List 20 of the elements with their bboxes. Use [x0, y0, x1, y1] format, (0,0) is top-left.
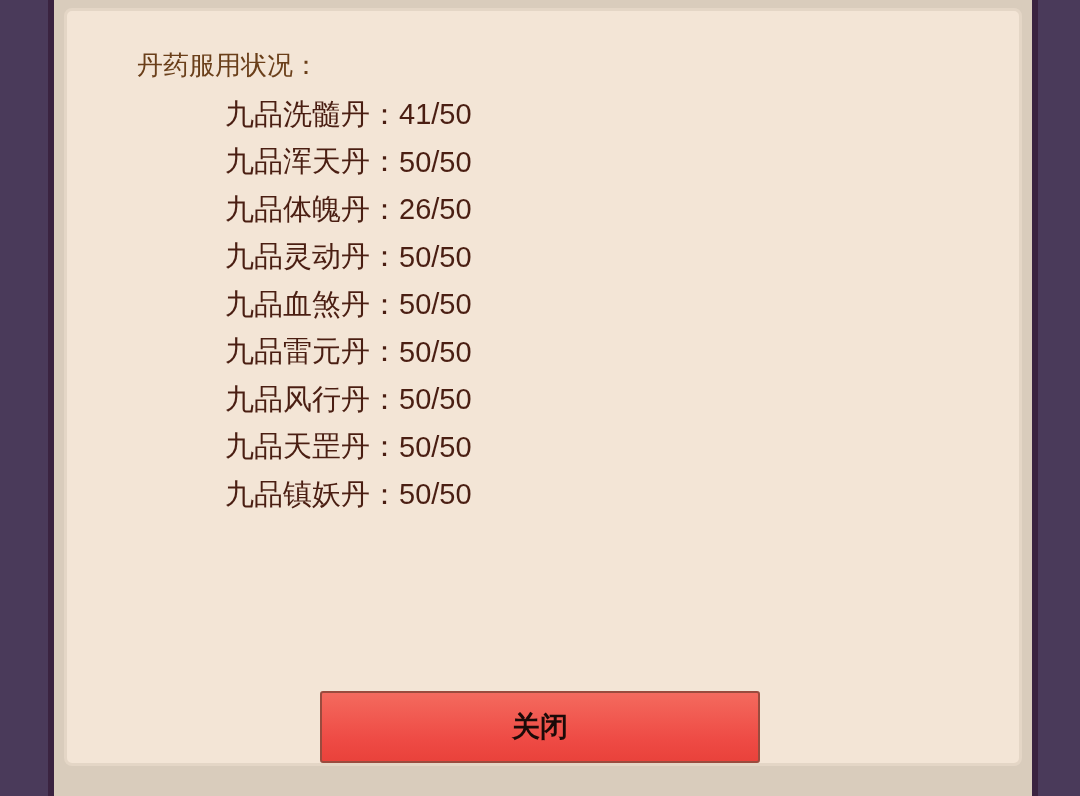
pill-name: 九品体魄丹：: [225, 190, 399, 228]
pill-count: 50/50: [399, 335, 472, 369]
pill-name: 九品风行丹：: [225, 380, 399, 418]
pill-name: 九品镇妖丹：: [225, 475, 399, 513]
pill-count: 41/50: [399, 98, 472, 132]
pill-count: 50/50: [399, 383, 472, 417]
pill-name: 九品灵动丹：: [225, 238, 399, 276]
pill-count: 50/50: [399, 240, 472, 274]
pill-count: 50/50: [399, 288, 472, 322]
pill-name: 九品洗髓丹：: [225, 95, 399, 133]
pill-name: 九品天罡丹：: [225, 428, 399, 466]
pill-count: 50/50: [399, 145, 472, 179]
pill-count: 26/50: [399, 193, 472, 227]
pill-count: 50/50: [399, 430, 472, 464]
pill-count: 50/50: [399, 478, 472, 512]
close-button[interactable]: 关闭: [320, 691, 760, 763]
pill-name: 九品浑天丹：: [225, 143, 399, 181]
dialog-heading: 丹药服用状况：: [137, 49, 320, 82]
pill-name: 九品雷元丹：: [225, 333, 399, 371]
pill-name: 九品血煞丹：: [225, 285, 399, 323]
